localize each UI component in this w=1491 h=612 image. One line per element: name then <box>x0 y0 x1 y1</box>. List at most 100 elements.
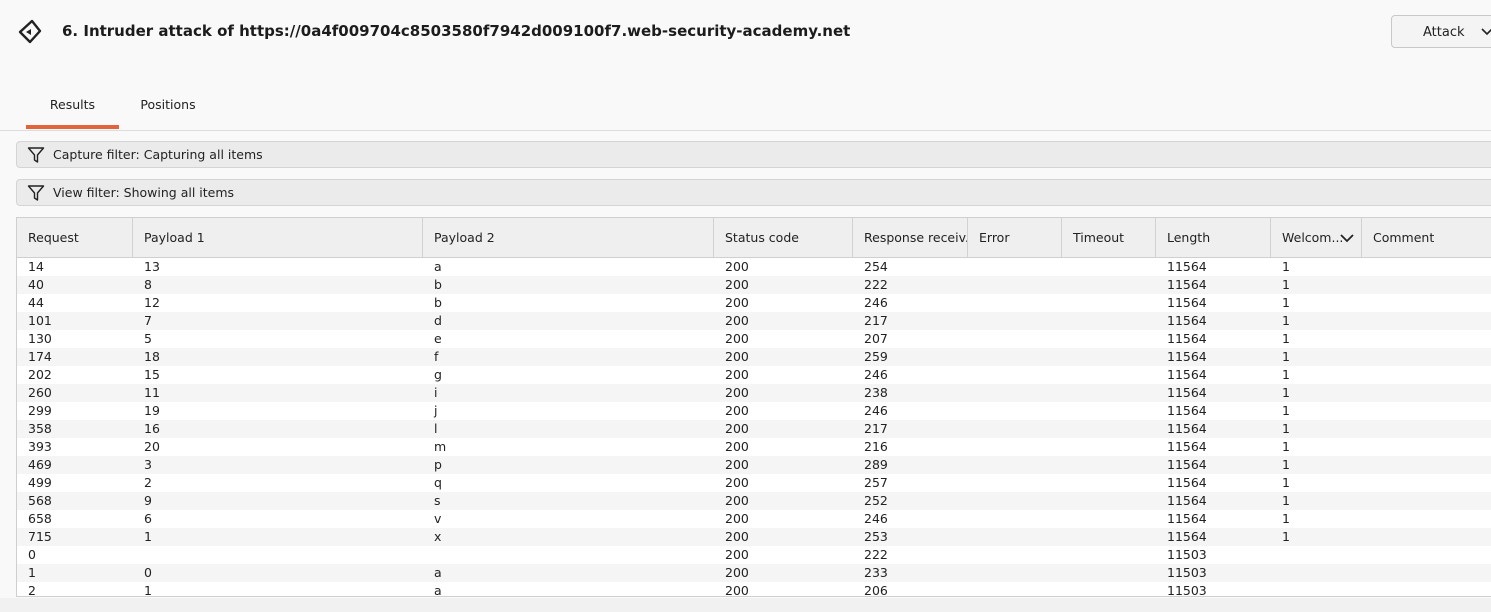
column-header-label: Length <box>1167 230 1211 245</box>
cell-length: 11564 <box>1167 349 1207 364</box>
cell-status-code: 200 <box>725 439 749 454</box>
cell-length: 11503 <box>1167 547 1207 562</box>
tab-results[interactable]: Results <box>26 88 119 129</box>
table-row[interactable]: 130 5 e 200 207 11564 1 <box>17 330 1491 348</box>
attack-button[interactable]: Attack <box>1391 15 1491 48</box>
tab-bar: Results Positions <box>0 88 1491 131</box>
table-row[interactable]: 499 2 q 200 257 11564 1 <box>17 474 1491 492</box>
cell-payload-2: i <box>434 385 438 400</box>
table-row[interactable]: 44 12 b 200 246 11564 1 <box>17 294 1491 312</box>
column-header-payload-1[interactable]: Payload 1 <box>133 218 423 257</box>
cell-status-code: 200 <box>725 259 749 274</box>
tab-positions[interactable]: Positions <box>128 88 208 129</box>
cell-welcome: 1 <box>1282 439 1290 454</box>
cell-status-code: 200 <box>725 313 749 328</box>
column-header-status-code[interactable]: Status code <box>714 218 853 257</box>
cell-welcome: 1 <box>1282 349 1290 364</box>
cell-status-code: 200 <box>725 349 749 364</box>
table-body: 14 13 a 200 254 11564 1 40 8 b 200 222 11564 1 44 12 b 20… <box>17 258 1491 597</box>
cell-length: 11564 <box>1167 331 1207 346</box>
cell-payload-2: q <box>434 475 442 490</box>
table-row[interactable]: 1 0 a 200 233 11503 <box>17 564 1491 582</box>
column-header-welcome[interactable]: Welcom... <box>1271 218 1362 257</box>
column-header-payload-2[interactable]: Payload 2 <box>423 218 714 257</box>
table-header: Request Payload 1 Payload 2 Status code Resp… <box>17 218 1491 258</box>
column-header-error[interactable]: Error <box>968 218 1062 257</box>
cell-request: 44 <box>28 295 44 310</box>
column-header-timeout[interactable]: Timeout <box>1062 218 1156 257</box>
cell-payload-1: 8 <box>144 277 152 292</box>
cell-payload-1: 6 <box>144 511 152 526</box>
cell-response-received: 217 <box>864 421 888 436</box>
column-header-label: Welcom... <box>1282 230 1344 245</box>
cell-payload-1: 3 <box>144 457 152 472</box>
cell-welcome: 1 <box>1282 403 1290 418</box>
cell-request: 174 <box>28 349 52 364</box>
cell-status-code: 200 <box>725 403 749 418</box>
table-row[interactable]: 174 18 f 200 259 11564 1 <box>17 348 1491 366</box>
column-header-comment[interactable]: Comment <box>1362 218 1491 257</box>
table-row[interactable]: 299 19 j 200 246 11564 1 <box>17 402 1491 420</box>
table-row[interactable]: 260 11 i 200 238 11564 1 <box>17 384 1491 402</box>
cell-payload-2: v <box>434 511 442 526</box>
cell-request: 568 <box>28 493 52 508</box>
cell-length: 11564 <box>1167 295 1207 310</box>
table-row[interactable]: 715 1 x 200 253 11564 1 <box>17 528 1491 546</box>
column-header-label: Error <box>979 230 1010 245</box>
table-row[interactable]: 358 16 l 200 217 11564 1 <box>17 420 1491 438</box>
view-filter-bar[interactable]: View filter: Showing all items <box>16 179 1491 206</box>
cell-payload-2: a <box>434 583 442 597</box>
cell-status-code: 200 <box>725 457 749 472</box>
table-row[interactable]: 14 13 a 200 254 11564 1 <box>17 258 1491 276</box>
cell-response-received: 252 <box>864 493 888 508</box>
cell-payload-1: 11 <box>144 385 160 400</box>
column-header-label: Payload 1 <box>144 230 205 245</box>
cell-payload-1: 19 <box>144 403 160 418</box>
column-header-response-received[interactable]: Response receiv... <box>853 218 968 257</box>
cell-length: 11503 <box>1167 583 1207 597</box>
window-header: 6. Intruder attack of https://0a4f009704… <box>0 0 1491 64</box>
cell-request: 2 <box>28 583 36 597</box>
table-row[interactable]: 658 6 v 200 246 11564 1 <box>17 510 1491 528</box>
cell-payload-1: 9 <box>144 493 152 508</box>
cell-length: 11564 <box>1167 457 1207 472</box>
cell-response-received: 216 <box>864 439 888 454</box>
cell-payload-2: p <box>434 457 442 472</box>
cell-length: 11564 <box>1167 313 1207 328</box>
table-row[interactable]: 202 15 g 200 246 11564 1 <box>17 366 1491 384</box>
cell-response-received: 259 <box>864 349 888 364</box>
table-row[interactable]: 40 8 b 200 222 11564 1 <box>17 276 1491 294</box>
cell-payload-2: a <box>434 565 442 580</box>
cell-request: 260 <box>28 385 52 400</box>
cell-payload-2: a <box>434 259 442 274</box>
table-row[interactable]: 393 20 m 200 216 11564 1 <box>17 438 1491 456</box>
cell-status-code: 200 <box>725 583 749 597</box>
cell-length: 11564 <box>1167 259 1207 274</box>
filter-funnel-icon <box>27 147 45 163</box>
table-row[interactable]: 101 7 d 200 217 11564 1 <box>17 312 1491 330</box>
tab-positions-label: Positions <box>140 97 196 112</box>
cell-welcome: 1 <box>1282 475 1290 490</box>
column-header-request[interactable]: Request <box>17 218 133 257</box>
cell-response-received: 206 <box>864 583 888 597</box>
table-row[interactable]: 0 200 222 11503 <box>17 546 1491 564</box>
cell-payload-1: 2 <box>144 475 152 490</box>
status-bar <box>0 598 1491 612</box>
table-row[interactable]: 568 9 s 200 252 11564 1 <box>17 492 1491 510</box>
cell-response-received: 246 <box>864 511 888 526</box>
table-row[interactable]: 469 3 p 200 289 11564 1 <box>17 456 1491 474</box>
cell-request: 130 <box>28 331 52 346</box>
cell-status-code: 200 <box>725 367 749 382</box>
capture-filter-bar[interactable]: Capture filter: Capturing all items <box>16 141 1491 168</box>
cell-payload-1: 20 <box>144 439 160 454</box>
table-row[interactable]: 2 1 a 200 206 11503 <box>17 582 1491 597</box>
column-header-length[interactable]: Length <box>1156 218 1271 257</box>
cell-status-code: 200 <box>725 421 749 436</box>
cell-status-code: 200 <box>725 385 749 400</box>
cell-payload-1: 15 <box>144 367 160 382</box>
capture-filter-text: Capture filter: Capturing all items <box>53 147 263 162</box>
cell-payload-1: 16 <box>144 421 160 436</box>
cell-welcome: 1 <box>1282 295 1290 310</box>
cell-payload-2: m <box>434 439 447 454</box>
cell-length: 11564 <box>1167 385 1207 400</box>
